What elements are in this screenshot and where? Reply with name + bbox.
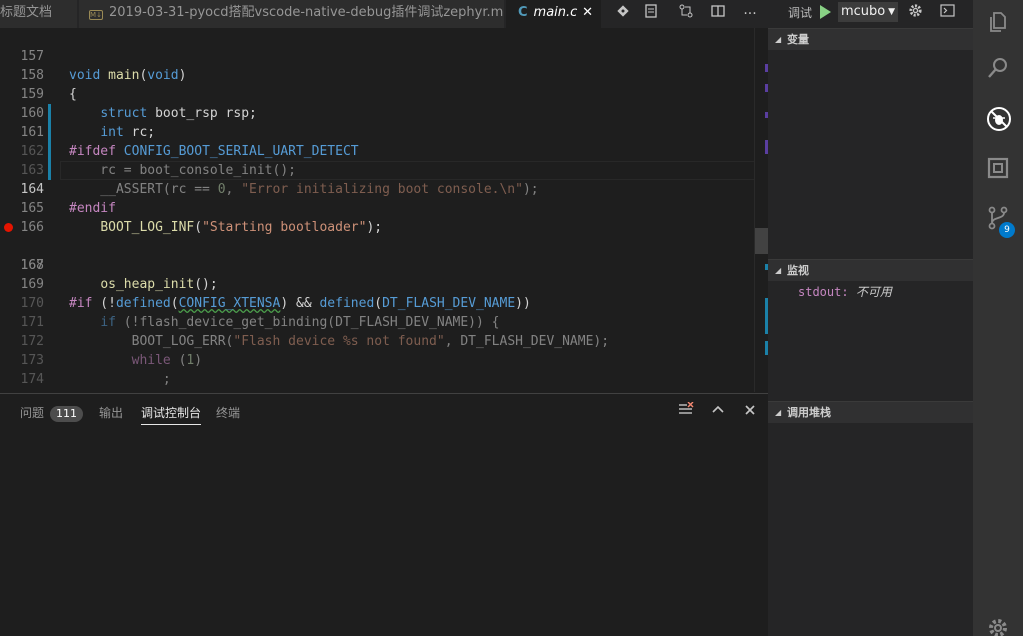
chevron-down-icon: ◢ xyxy=(775,266,782,275)
c-file-icon: C xyxy=(518,5,528,20)
code-line: 171 BOOT_LOG_ERR("Flash device %s not fo… xyxy=(20,315,610,349)
code-line: 158 { xyxy=(20,68,77,102)
panel-tab-debug-console[interactable]: 调试控制台 xyxy=(141,404,202,425)
search-icon[interactable] xyxy=(973,46,1023,92)
debug-toolbar: 调试 mcubo ▼ xyxy=(768,0,973,28)
callstack-section-header[interactable]: ◢ 调用堆栈 xyxy=(768,401,973,423)
git-icon[interactable] xyxy=(613,4,633,24)
code-line: 164 #endif xyxy=(20,182,116,216)
problem-count-badge: 111 xyxy=(50,406,84,422)
code-line: 172 while (1) xyxy=(20,334,203,368)
bottom-panel: 问题 111 输出 调试控制台 终端 xyxy=(0,393,768,636)
source-control-icon[interactable]: 9 xyxy=(973,196,1023,242)
debug-sidebar: 调试 mcubo ▼ ◢ 变量 ◢ 监视 stdout: 不可用 ◢ 调用堆栈 xyxy=(768,0,973,636)
code-line: 175 #elif (defined(CONFIG_XTENSA) && def… xyxy=(0,370,756,392)
gear-icon[interactable] xyxy=(905,3,925,23)
code-line: 166 xyxy=(20,220,44,235)
chevron-down-icon: ◢ xyxy=(775,35,782,44)
code-editor[interactable]: 157 void main(void) 158 { 159 struct boo… xyxy=(0,28,768,392)
breakpoint-icon[interactable] xyxy=(4,223,13,232)
tab-label: 2019-03-31-pyocd搭配vscode-native-debug插件调… xyxy=(109,5,505,20)
tab-label: main.c xyxy=(533,5,578,20)
variables-section-header[interactable]: ◢ 变量 xyxy=(768,28,973,50)
explorer-icon[interactable] xyxy=(973,0,1023,46)
extensions-icon[interactable] xyxy=(973,146,1023,192)
preview-icon[interactable] xyxy=(641,4,661,24)
scrollbar-thumb[interactable] xyxy=(755,228,768,254)
close-icon[interactable]: ✕ xyxy=(582,0,593,26)
code-line: 159 struct boot_rsp rsp; xyxy=(20,87,257,121)
code-line: 161 #ifdef CONFIG_BOOT_SERIAL_UART_DETEC… xyxy=(20,125,359,159)
chevron-down-icon: ◢ xyxy=(775,408,782,417)
tab-untitled-doc[interactable]: 标题文档 xyxy=(0,0,78,28)
tab-markdown-file[interactable]: M↓ 2019-03-31-pyocd搭配vscode-native-debug插… xyxy=(79,0,505,28)
code-line: 157 void main(void) xyxy=(20,49,187,83)
code-line: 160 int rc; xyxy=(20,106,156,140)
panel-tab-problems[interactable]: 问题 111 xyxy=(20,404,84,422)
watch-expression-name: stdout: xyxy=(798,285,849,299)
settings-gear-icon[interactable] xyxy=(973,606,1023,636)
compare-icon[interactable] xyxy=(676,4,696,24)
code-line: 163 __ASSERT(rc == 0, "Error initializin… xyxy=(20,163,539,197)
debug-console-icon[interactable] xyxy=(937,3,957,23)
split-editor-icon[interactable] xyxy=(708,4,728,24)
code-line: 167 os_heap_init(); xyxy=(0,218,756,292)
markdown-icon: M↓ xyxy=(89,10,103,20)
tab-main-c[interactable]: Cmain.c ✕ xyxy=(506,0,602,28)
debug-title: 调试 xyxy=(788,6,813,20)
code-line: 169 #if (!defined(CONFIG_XTENSA) && defi… xyxy=(20,277,531,311)
debug-config-select[interactable]: mcubo ▼ xyxy=(838,2,898,22)
more-actions-icon[interactable]: ··· xyxy=(740,4,760,24)
panel-tab-output[interactable]: 输出 xyxy=(99,404,123,421)
clear-console-icon[interactable] xyxy=(676,401,696,422)
source-control-badge: 9 xyxy=(999,222,1015,238)
panel-tab-terminal[interactable]: 终端 xyxy=(216,404,240,421)
tab-label: 标题文档 xyxy=(0,5,53,20)
code-line: 173 ; xyxy=(20,353,171,387)
debug-view-icon[interactable] xyxy=(973,96,1023,142)
code-line: 162 rc = boot_console_init(); xyxy=(20,144,296,178)
watch-expression-value: 不可用 xyxy=(855,285,892,299)
watch-expression[interactable]: stdout: 不可用 xyxy=(798,283,892,300)
editor-tab-bar: 标题文档 M↓ 2019-03-31-pyocd搭配vscode-native-d… xyxy=(0,0,768,28)
start-debugging-icon[interactable] xyxy=(820,5,831,19)
chevron-down-icon: ▼ xyxy=(888,7,895,17)
config-label: mcubo xyxy=(841,4,886,19)
activity-bar: 9 xyxy=(973,0,1023,636)
maximize-panel-icon[interactable] xyxy=(708,402,728,422)
code-line: 170 if (!flash_device_get_binding(DT_FLA… xyxy=(20,296,500,330)
close-panel-icon[interactable] xyxy=(740,402,760,422)
code-line: 168 xyxy=(20,258,44,273)
code-line: 165 BOOT_LOG_INF("Starting bootloader"); xyxy=(20,201,383,235)
code-line: 174 } xyxy=(20,372,109,392)
editor-scrollbar[interactable] xyxy=(754,28,768,392)
watch-section-header[interactable]: ◢ 监视 xyxy=(768,259,973,281)
